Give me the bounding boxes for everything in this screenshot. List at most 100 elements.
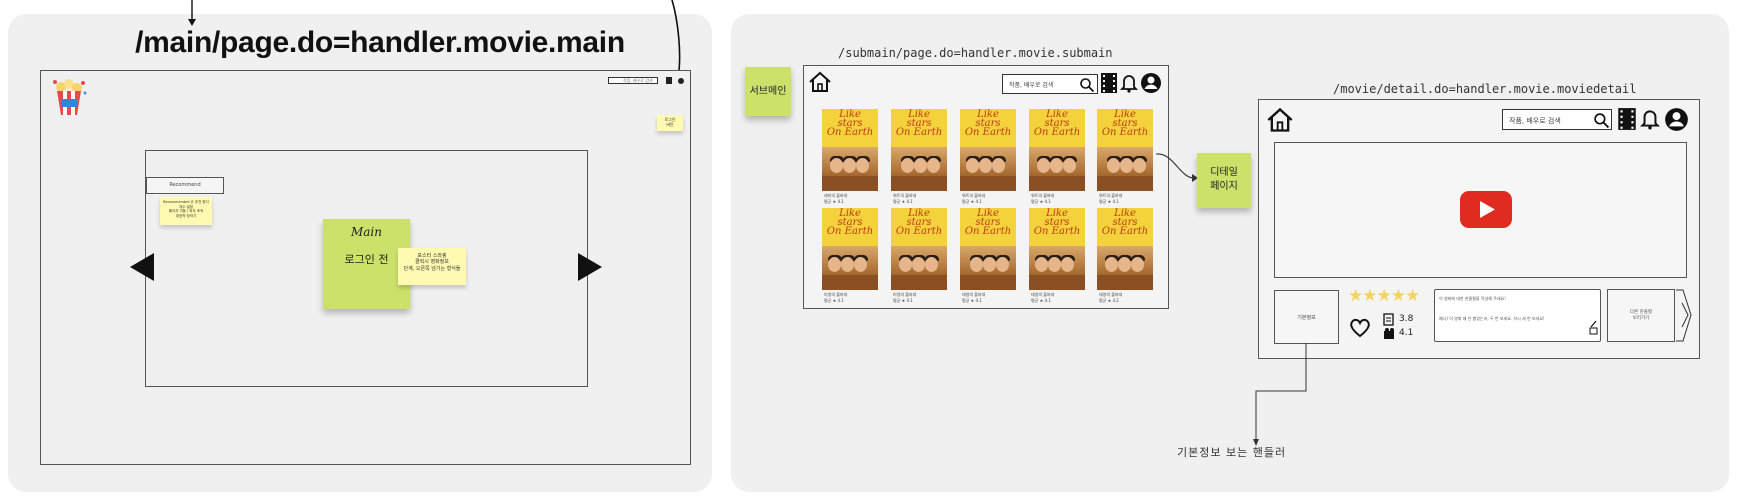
detail-search-bar[interactable]: 작품, 배우로 검색	[1502, 109, 1612, 130]
poster-table	[891, 176, 947, 191]
home-icon[interactable]	[808, 70, 832, 94]
recommend-tab[interactable]: Recommend	[146, 177, 224, 194]
poster-table	[822, 176, 878, 191]
poster-title-line: On Earth	[964, 226, 1012, 237]
poster-title-line: On Earth	[1101, 226, 1149, 237]
star-icon[interactable]: ★	[1348, 286, 1363, 306]
home-icon[interactable]	[1266, 106, 1294, 134]
popcorn-icon	[53, 79, 87, 115]
movie-poster[interactable]: Like stars On Earth	[1029, 208, 1085, 290]
poster-movie-name: 위트의 불바대	[1099, 193, 1123, 198]
movie-poster[interactable]: Like stars On Earth	[822, 208, 878, 290]
user-icon[interactable]	[1140, 72, 1162, 94]
movie-poster[interactable]: Like stars On Earth	[822, 109, 878, 191]
detail-sticky: 디테일 페이지	[1197, 153, 1251, 208]
poster-figure-head	[1107, 158, 1120, 173]
submain-search-placeholder: 작품, 배우로 검색	[1009, 82, 1054, 89]
login-note: 로그인 버튼	[657, 115, 683, 131]
poster-score: 평균 ★ 4.2	[1099, 298, 1119, 303]
star-icon[interactable]: ★	[1362, 286, 1377, 306]
detail-connector	[1155, 153, 1198, 182]
poster-image	[960, 147, 1016, 191]
poster-title-line: On Earth	[895, 127, 943, 138]
poster-table	[891, 275, 947, 290]
poster-title-line: On Earth	[826, 226, 874, 237]
other-reviews-box[interactable]: 다른 한줄평 보러가기	[1607, 289, 1675, 342]
poster-movie-name: 미영의 불바대	[824, 292, 848, 297]
right-arrow-icon[interactable]	[576, 251, 604, 283]
film-icon[interactable]	[1100, 72, 1118, 94]
poster-note-line: 단계, 오른쪽 넘기는 형식들	[403, 265, 461, 272]
heart-icon[interactable]	[1349, 318, 1371, 338]
poster-title: Like stars On Earth	[1031, 209, 1083, 237]
audience-score-icon	[1384, 328, 1394, 339]
poster-title-line: On Earth	[1101, 127, 1149, 138]
annotation-connector	[1253, 343, 1307, 446]
search-icon[interactable]	[1593, 112, 1610, 129]
poster-image	[1097, 246, 1153, 290]
bell-icon[interactable]	[1120, 72, 1138, 94]
poster-title-line: On Earth	[1033, 127, 1081, 138]
poster-figure-head	[1035, 257, 1048, 272]
movie-poster[interactable]: Like stars On Earth	[1097, 208, 1153, 290]
next-reviews-arrow-icon[interactable]	[1675, 289, 1693, 342]
edit-icon[interactable]	[1589, 319, 1598, 335]
poster-image	[1029, 246, 1085, 290]
film-icon[interactable]	[1617, 107, 1637, 131]
poster-score: 평균 ★ 4.1	[1031, 298, 1051, 303]
poster-figure-head	[1118, 257, 1131, 272]
detail-sticky-line-1: 디테일	[1210, 167, 1238, 178]
poster-figure-head	[1105, 257, 1118, 272]
poster-figure-head	[843, 158, 856, 173]
poster-movie-name: 위트의 불바대	[962, 193, 986, 198]
bell-icon[interactable]	[1640, 107, 1660, 131]
poster-figure-head	[927, 158, 940, 173]
login-note-line-2: 버튼	[666, 122, 674, 127]
movie-poster[interactable]: Like stars On Earth	[891, 208, 947, 290]
other-reviews-line: 보러가기	[1632, 316, 1650, 321]
rating-stars[interactable]: ★★★★★	[1348, 286, 1428, 306]
star-icon[interactable]: ★	[1391, 286, 1406, 306]
video-player[interactable]	[1274, 142, 1687, 278]
poster-figure-head	[828, 257, 841, 272]
movie-poster[interactable]: Like stars On Earth	[1097, 109, 1153, 191]
poster-movie-name: 위트의 불바대	[893, 193, 917, 198]
search-icon[interactable]	[1079, 77, 1095, 93]
poster-image	[822, 246, 878, 290]
poster-table	[1097, 176, 1153, 191]
poster-figure-head	[901, 158, 914, 173]
submain-search-bar[interactable]: 작품, 배우로 검색	[1002, 74, 1098, 94]
movie-poster[interactable]: Like stars On Earth	[891, 109, 947, 191]
poster-title: Like stars On Earth	[824, 110, 876, 138]
star-icon[interactable]: ★	[1405, 286, 1420, 306]
review-box[interactable]: 이 영화에 대한 한줄평을 작성해 주세요! 예시) 이 영화 왜 안 봤었는지…	[1434, 289, 1601, 342]
poster-title: Like stars On Earth	[1099, 209, 1151, 237]
poster-title: Like stars On Earth	[1031, 110, 1083, 138]
poster-figure-head	[854, 257, 867, 272]
poster-image	[1097, 147, 1153, 191]
poster-figure-head	[1037, 158, 1050, 173]
poster-movie-name: 레미의 불바대	[824, 193, 848, 198]
poster-figure-head	[979, 158, 992, 173]
submain-frame: 작품, 배우로 검색 Like stars On Earth 레미의 불바대평균 ★ …	[803, 65, 1169, 309]
mini-film-icon[interactable]	[666, 77, 672, 84]
mini-user-icon[interactable]	[678, 78, 684, 84]
poster-image	[891, 147, 947, 191]
basic-info-box[interactable]: 기본정보	[1274, 290, 1339, 344]
mini-search-bar[interactable]: 작품, 배우로 검색	[608, 77, 658, 84]
movie-poster[interactable]: Like stars On Earth	[960, 208, 1016, 290]
user-icon[interactable]	[1664, 107, 1689, 132]
play-icon[interactable]	[1460, 191, 1512, 228]
poster-figure-head	[914, 158, 927, 173]
poster-title-line: On Earth	[826, 127, 874, 138]
left-arrow-icon[interactable]	[128, 251, 156, 283]
poster-table	[960, 176, 1016, 191]
carousel-frame: Recommend Recommended 순 추천 한다 개수 설정 페이지 …	[145, 150, 588, 387]
recommend-note: Recommended 순 추천 한다 개수 설정 페이지 이동 / 좌우 조작…	[160, 197, 212, 225]
poster-table	[1029, 176, 1085, 191]
review-title: 이 영화에 대한 한줄평을 작성해 주세요!	[1439, 296, 1506, 301]
star-icon[interactable]: ★	[1377, 286, 1392, 306]
movie-poster[interactable]: Like stars On Earth	[960, 109, 1016, 191]
movie-poster[interactable]: Like stars On Earth	[1029, 109, 1085, 191]
poster-figure-head	[1061, 257, 1074, 272]
